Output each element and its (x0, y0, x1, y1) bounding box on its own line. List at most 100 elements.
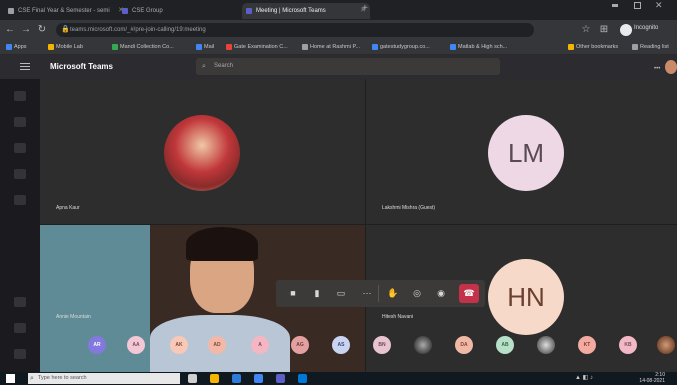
bookmark-icon (196, 44, 202, 50)
taskbar-search-input[interactable]: ⌕ Type here to search (28, 373, 180, 384)
file-explorer-icon[interactable] (210, 374, 219, 383)
participant-avatar[interactable]: DA (455, 336, 473, 354)
microphone-icon[interactable]: ▮ (310, 287, 324, 300)
bookmark-item[interactable]: Mandi Collection Co... (112, 42, 174, 52)
participant-tile[interactable]: Apna Kaur (40, 79, 365, 224)
bookmark-item[interactable]: Home at Rashmi P... (302, 42, 360, 52)
bookmark-label: Home at Rashmi P... (310, 44, 361, 50)
more-actions-icon[interactable]: ··· (360, 287, 374, 300)
bookmark-item[interactable]: Other bookmarks (568, 42, 618, 52)
share-screen-icon[interactable]: ▭ (334, 287, 348, 300)
extensions-icon[interactable]: ⊞ (598, 24, 610, 36)
participant-avatar[interactable]: AK (170, 336, 188, 354)
bookmark-label: Reading list (640, 44, 669, 50)
maximize-icon[interactable] (634, 2, 641, 9)
tab-title: CSE Group (132, 8, 163, 14)
bookmark-icon (302, 44, 308, 50)
browser-tab[interactable]: CSE Final Year & Semester - semi ✕ (4, 3, 128, 19)
bookmark-item[interactable]: Mobile Lab (48, 42, 83, 52)
participant-name: Apna Kaur (56, 205, 80, 211)
participant-avatar[interactable]: KB (619, 336, 637, 354)
participant-tile[interactable]: LM Lakshmi Mishra (Guest) (366, 79, 677, 224)
apps-icon[interactable] (14, 297, 26, 307)
participant-photo-avatar[interactable] (657, 336, 675, 354)
raise-hand-icon[interactable]: ✋ (386, 287, 400, 300)
participant-avatar[interactable]: AS (332, 336, 350, 354)
tab-title: Meeting | Microsoft Teams (256, 8, 326, 14)
teams-icon[interactable] (14, 143, 26, 153)
participant-avatar[interactable]: BN (373, 336, 391, 354)
teams-taskbar-icon[interactable] (276, 374, 285, 383)
close-window-icon[interactable]: ✕ (655, 0, 663, 11)
reading-list-icon (632, 44, 638, 50)
app-title: Microsoft Teams (50, 62, 113, 71)
incognito-icon[interactable] (620, 24, 632, 36)
user-avatar[interactable] (665, 60, 677, 74)
participant-photo-avatar[interactable] (414, 336, 432, 354)
chrome-icon[interactable] (254, 374, 263, 383)
participant-photo-avatar[interactable] (537, 336, 555, 354)
participant-avatar[interactable]: AG (291, 336, 309, 354)
profile-label[interactable]: Incognito (634, 25, 658, 31)
bookmark-item[interactable]: Apps (6, 42, 27, 52)
task-view-icon[interactable] (188, 374, 197, 383)
browser-tab-active[interactable]: Meeting | Microsoft Teams ✕ (242, 3, 370, 19)
bookmark-item[interactable]: Gate Examination C... (226, 42, 288, 52)
camera-icon[interactable]: ■ (286, 287, 300, 300)
participants-icon[interactable]: ◉ (434, 287, 448, 300)
search-input[interactable]: ⌕ Search (196, 58, 500, 75)
reload-icon[interactable]: ↻ (36, 24, 48, 36)
app-launcher-icon[interactable] (20, 63, 30, 71)
url-bar[interactable]: 🔒 teams.microsoft.com/_#/pre-join-callin… (56, 23, 534, 37)
help-icon[interactable] (14, 323, 26, 333)
bookmark-icon (226, 44, 232, 50)
forward-icon[interactable]: → (20, 24, 32, 36)
calls-icon[interactable] (14, 195, 26, 205)
windows-start-icon[interactable] (6, 374, 15, 383)
bookmark-icon (372, 44, 378, 50)
teams-favicon-icon (122, 8, 128, 14)
bookmark-label: Other bookmarks (576, 44, 619, 50)
bookmark-icon (112, 44, 118, 50)
clock-date: 14-08-2021 (639, 378, 665, 384)
participant-photo (164, 115, 240, 191)
apps-icon (6, 44, 12, 50)
browser-tab-bar: CSE Final Year & Semester - semi ✕ CSE G… (0, 0, 677, 20)
activity-icon[interactable] (14, 91, 26, 101)
participant-avatar[interactable]: AB (496, 336, 514, 354)
bookmark-item[interactable]: Matlab & High sch... (450, 42, 507, 52)
new-tab-button[interactable]: + (362, 3, 368, 14)
url-text: teams.microsoft.com/_#/pre-join-calling/… (70, 27, 206, 33)
participant-avatar[interactable]: A (251, 336, 269, 354)
participant-avatar[interactable]: AR (88, 336, 106, 354)
minimize-icon[interactable] (612, 4, 618, 7)
more-options-icon[interactable]: ••• (654, 66, 660, 72)
bookmark-label: Matlab & High sch... (458, 44, 508, 50)
bookmark-item[interactable]: Mail (196, 42, 214, 52)
search-icon: ⌕ (30, 375, 34, 382)
store-icon[interactable] (298, 374, 307, 383)
star-icon[interactable]: ☆ (580, 24, 592, 36)
edge-icon[interactable] (232, 374, 241, 383)
participant-avatar[interactable]: AA (127, 336, 145, 354)
tab-title: CSE Final Year & Semester - semi (18, 8, 110, 14)
bookmark-item[interactable]: Reading list (632, 42, 669, 52)
participant-name: Annie Mountain (56, 314, 91, 320)
back-icon[interactable]: ← (4, 24, 16, 36)
chat-icon[interactable]: ◎ (410, 287, 424, 300)
browser-tab[interactable]: CSE Group ✕ (118, 3, 252, 19)
bookmark-icon (48, 44, 54, 50)
bookmark-label: Mandi Collection Co... (120, 44, 174, 50)
download-icon[interactable] (14, 349, 26, 359)
participant-avatar[interactable]: KT (578, 336, 596, 354)
calendar-icon[interactable] (14, 169, 26, 179)
chat-icon[interactable] (14, 117, 26, 127)
participant-avatar[interactable]: AD (208, 336, 226, 354)
favicon-icon (8, 8, 14, 14)
bookmark-item[interactable]: gatestudygroup.co... (372, 42, 430, 52)
bookmark-label: Mobile Lab (56, 44, 83, 50)
meeting-controls: ■ ▮ ▭ ··· ✋ ◎ ◉ ☎ (276, 280, 485, 307)
hang-up-button[interactable]: ☎ (459, 284, 479, 303)
clock[interactable]: 2:10 14-08-2021 (625, 372, 665, 384)
system-tray-icon[interactable]: ▲ ◧ ♪ (575, 374, 593, 381)
